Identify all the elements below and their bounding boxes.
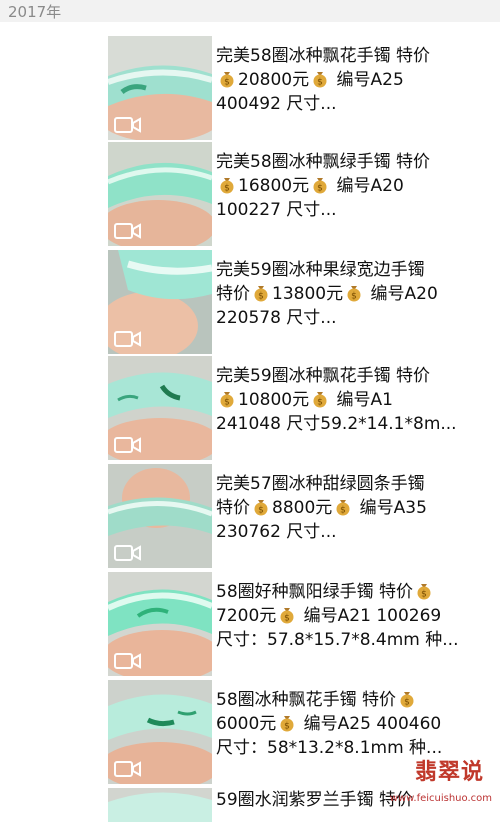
caption-line: 58圈冰种飘花手镯 特价 $ [216,688,496,712]
svg-text:$: $ [351,292,357,302]
caption-line: $20800元 $ 编号A25 [216,68,496,92]
post-caption: 完美57圈冰种甜绿圆条手镯 特价 $8800元 $ 编号A35 230762 尺寸.… [216,472,496,544]
caption-line: 100227 尺寸... [216,200,337,220]
price-prefix: 特价 [216,284,250,304]
caption-line: 7200元 $ 编号A21 100269 [216,604,496,628]
svg-text:$: $ [258,292,264,302]
item-code: 编号A20 [336,176,404,196]
year-label: 2017年 [8,3,62,21]
caption-line: $10800元 $ 编号A1 [216,388,496,412]
feed-post[interactable]: 完美58圈冰种飘绿手镯 特价 $16800元 $ 编号A20 100227 尺寸.… [0,136,500,246]
caption-line: 58圈好种飘阳绿手镯 特价 $ [216,580,496,604]
watermark-url: www.feicuishuo.com [389,793,492,804]
money-bag-icon: $ [311,176,329,194]
caption-line: 完美58圈冰种飘花手镯 特价 [216,46,431,66]
money-bag-icon: $ [345,284,363,302]
price-text: 8800元 [272,498,333,518]
money-bag-icon: $ [218,390,236,408]
svg-text:$: $ [317,398,323,408]
feed-post[interactable]: 58圈好种飘阳绿手镯 特价 $ 7200元 $ 编号A21 100269 尺寸：57… [0,566,500,676]
feed-post[interactable]: 完美59圈冰种飘花手镯 特价 $10800元 $ 编号A1 241048 尺寸59… [0,350,500,460]
caption-line: 完美59圈冰种果绿宽边手镯 [216,260,425,280]
price-text: 10800元 [238,390,310,410]
video-thumbnail[interactable] [108,356,212,460]
caption-line: $16800元 $ 编号A20 [216,174,496,198]
post-caption: 完美58圈冰种飘花手镯 特价 $20800元 $ 编号A25 400492 尺寸.… [216,44,496,116]
caption-line: 完美58圈冰种飘绿手镯 特价 [216,152,431,172]
post-caption: 58圈冰种飘花手镯 特价 $ 6000元 $ 编号A25 400460 尺寸：58*… [216,688,496,760]
video-thumbnail[interactable] [108,464,212,568]
caption-text: 58圈冰种飘花手镯 特价 [216,690,397,710]
svg-text:$: $ [404,698,410,708]
post-caption: 完美59圈冰种飘花手镯 特价 $10800元 $ 编号A1 241048 尺寸59… [216,364,496,436]
money-bag-icon: $ [218,176,236,194]
svg-text:$: $ [317,184,323,194]
money-bag-icon: $ [334,498,352,516]
caption-line: 完美59圈冰种飘花手镯 特价 [216,366,431,386]
video-thumbnail[interactable] [108,680,212,784]
year-header: 2017年 [0,0,500,22]
svg-text:$: $ [340,506,346,516]
caption-line: 特价 $13800元 $ 编号A20 [216,282,496,306]
caption-line: 220578 尺寸... [216,308,337,328]
caption-line: 400492 尺寸... [216,94,337,114]
caption-line: 230762 尺寸... [216,522,337,542]
video-icon [114,331,141,347]
video-thumbnail[interactable] [108,36,212,140]
video-thumbnail[interactable] [108,572,212,676]
caption-text: 58圈好种飘阳绿手镯 特价 [216,582,414,602]
item-code: 编号A1 [336,390,393,410]
svg-text:$: $ [317,78,323,88]
money-bag-icon: $ [311,70,329,88]
price-text: 7200元 [216,606,277,626]
svg-text:$: $ [224,184,230,194]
price-text: 6000元 [216,714,277,734]
watermark-logo: 翡翠说 [414,760,484,785]
money-bag-icon: $ [252,498,270,516]
money-bag-icon: $ [278,606,296,624]
post-caption: 58圈好种飘阳绿手镯 特价 $ 7200元 $ 编号A21 100269 尺寸：57… [216,580,496,652]
feed-post[interactable]: 完美58圈冰种飘花手镯 特价 $20800元 $ 编号A25 400492 尺寸.… [0,30,500,140]
money-bag-icon: $ [278,714,296,732]
price-text: 20800元 [238,70,310,90]
caption-line: 尺寸：57.8*15.7*8.4mm 种... [216,630,459,650]
price-text: 16800元 [238,176,310,196]
item-code: 编号A25 400460 [303,714,442,734]
money-bag-icon: $ [415,582,433,600]
post-caption: 完美58圈冰种飘绿手镯 特价 $16800元 $ 编号A20 100227 尺寸.… [216,150,496,222]
caption-line: 特价 $8800元 $ 编号A35 [216,496,496,520]
feed-post[interactable]: 完美59圈冰种果绿宽边手镯 特价 $13800元 $ 编号A20 220578 尺寸… [0,244,500,354]
money-bag-icon: $ [252,284,270,302]
money-bag-icon: $ [218,70,236,88]
money-bag-icon: $ [398,690,416,708]
video-thumbnail[interactable] [108,142,212,246]
svg-text:$: $ [421,590,427,600]
item-code: 编号A35 [359,498,427,518]
video-icon [114,761,141,777]
video-icon [114,223,141,239]
post-caption: 完美59圈冰种果绿宽边手镯 特价 $13800元 $ 编号A20 220578 尺寸… [216,258,496,330]
video-icon [114,545,141,561]
svg-text:$: $ [284,614,290,624]
video-icon [114,437,141,453]
price-text: 13800元 [272,284,344,304]
caption-line: 241048 尺寸59.2*14.1*8m... [216,414,457,434]
item-code: 编号A21 100269 [303,606,442,626]
video-icon [114,117,141,133]
caption-line: 6000元 $ 编号A25 400460 [216,712,496,736]
price-prefix: 特价 [216,498,250,518]
feed-post[interactable]: 完美57圈冰种甜绿圆条手镯 特价 $8800元 $ 编号A35 230762 尺寸.… [0,458,500,568]
svg-text:$: $ [224,398,230,408]
item-code: 编号A20 [370,284,438,304]
item-code: 编号A25 [336,70,404,90]
money-bag-icon: $ [311,390,329,408]
video-thumbnail[interactable] [108,250,212,354]
video-thumbnail[interactable] [108,788,212,822]
svg-text:$: $ [258,506,264,516]
svg-text:$: $ [224,78,230,88]
caption-line: 完美57圈冰种甜绿圆条手镯 [216,474,425,494]
video-icon [114,653,141,669]
svg-text:$: $ [284,722,290,732]
